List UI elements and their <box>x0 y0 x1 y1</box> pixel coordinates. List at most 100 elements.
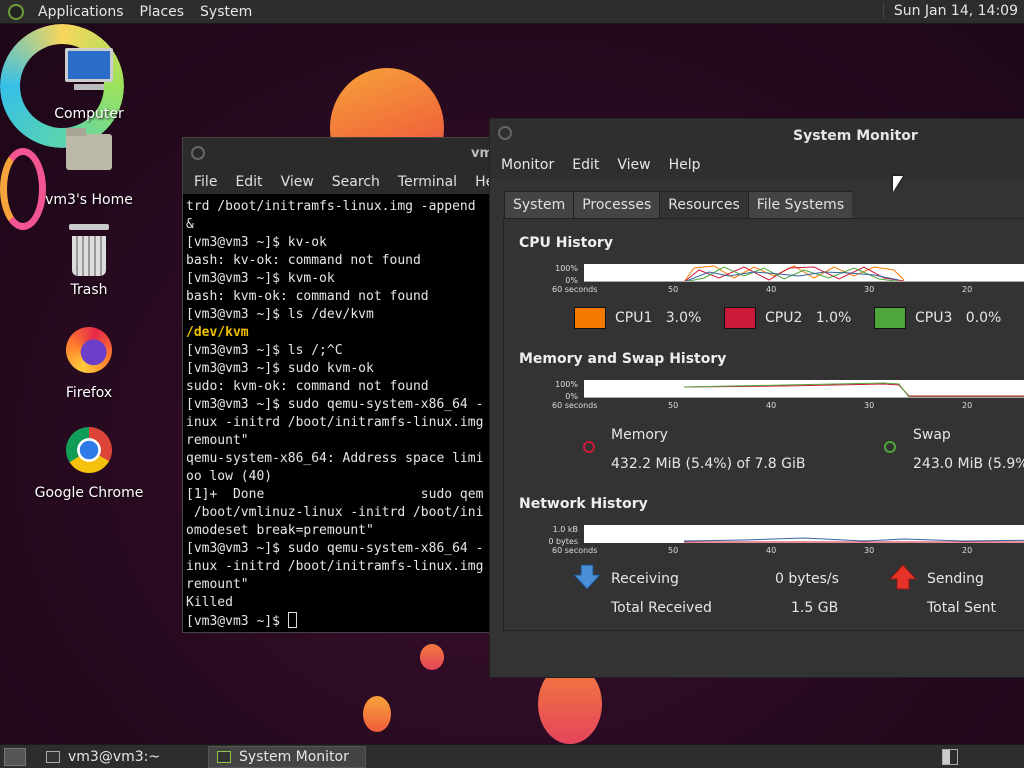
menu-system[interactable]: System <box>192 4 260 20</box>
terminal-window[interactable]: vm File Edit View Search Terminal Help t… <box>182 137 502 633</box>
terminal-output[interactable]: trd /boot/initramfs-linux.img -append & [v… <box>183 194 501 631</box>
system-monitor-menubar: Monitor Edit View Help <box>490 151 1024 179</box>
network-x-label: 30 <box>864 546 875 555</box>
terminal-menu-search[interactable]: Search <box>323 174 389 190</box>
menu-places[interactable]: Places <box>132 4 193 20</box>
system-monitor-title: System Monitor <box>793 128 918 144</box>
firefox-icon <box>63 327 115 379</box>
network-x-label: 50 <box>668 546 679 555</box>
mouse-pointer-icon <box>893 176 903 192</box>
tab-system[interactable]: System <box>504 191 574 219</box>
system-monitor-window[interactable]: System Monitor Monitor Edit View Help Sy… <box>489 118 1024 678</box>
taskbar-item-label: vm3@vm3:~ <box>68 748 161 765</box>
network-axis-bottom: 0 bytes <box>548 537 578 546</box>
sysmon-menu-help[interactable]: Help <box>660 157 710 173</box>
terminal-line: /boot/vmlinuz-linux -initrd /boot/ini <box>186 505 484 520</box>
memory-history-graph <box>584 380 1024 398</box>
terminal-menu-file[interactable]: File <box>185 174 226 190</box>
cpu-x-label: 60 seconds <box>552 285 598 294</box>
terminal-menu-view[interactable]: View <box>272 174 323 190</box>
cpu1-label: CPU1 3.0% <box>615 310 702 326</box>
memory-gauge-icon[interactable] <box>583 441 595 453</box>
workspace-switcher[interactable] <box>942 749 958 765</box>
terminal-line: [vm3@vm3 ~]$ kvm-ok <box>186 271 335 286</box>
swap-label: Swap <box>913 427 951 443</box>
terminal-line: qemu-system-x86_64: Address space limi <box>186 451 484 466</box>
desktop-icon-home[interactable]: vm3's Home <box>29 124 149 208</box>
memory-x-label: 40 <box>766 401 777 410</box>
sysmon-menu-view[interactable]: View <box>608 157 659 173</box>
network-history-title: Network History <box>519 496 648 512</box>
sysmon-menu-edit[interactable]: Edit <box>563 157 608 173</box>
cpu-x-label: 40 <box>766 285 777 294</box>
desktop-icon-firefox[interactable]: Firefox <box>29 324 149 401</box>
terminal-line: [1]+ Done sudo qem <box>186 487 484 502</box>
cpu2-color-button[interactable] <box>724 307 756 329</box>
terminal-line: [vm3@vm3 ~]$ sudo kvm-ok <box>186 361 374 376</box>
panel-clock[interactable]: Sun Jan 14, 14:09 <box>882 3 1018 19</box>
distro-logo-icon[interactable] <box>8 3 24 20</box>
cpu1-color-button[interactable] <box>574 307 606 329</box>
terminal-line: trd /boot/initramfs-linux.img -append <box>186 199 476 214</box>
cpu-x-label: 20 <box>962 285 973 294</box>
cpu-history-title: CPU History <box>519 235 613 251</box>
menu-applications[interactable]: Applications <box>30 4 132 20</box>
desktop-icon-chrome[interactable]: Google Chrome <box>29 424 149 501</box>
swap-value: 243.0 MiB (5.9%) o <box>913 456 1024 472</box>
network-x-label: 40 <box>766 546 777 555</box>
cpu-history-graph <box>584 264 1024 282</box>
terminal-line: remount" <box>186 577 249 592</box>
window-menu-icon[interactable] <box>191 146 205 160</box>
terminal-line: /dev/kvm <box>186 325 249 340</box>
terminal-line: & <box>186 217 194 232</box>
taskbar-item-system-monitor[interactable]: System Monitor <box>208 745 366 768</box>
home-folder-icon <box>63 128 115 186</box>
terminal-prompt-line[interactable]: [vm3@vm3 ~]$ <box>186 612 501 631</box>
desktop-icon-label: vm3's Home <box>45 192 133 208</box>
terminal-menubar: File Edit View Search Terminal Help <box>183 170 501 194</box>
terminal-menu-edit[interactable]: Edit <box>226 174 271 190</box>
receiving-label: Receiving <box>611 571 679 587</box>
network-x-label: 60 seconds <box>552 546 598 555</box>
terminal-line: oo low (40) <box>186 469 273 484</box>
receiving-arrow-icon[interactable] <box>573 564 601 590</box>
show-desktop-button[interactable] <box>4 747 26 766</box>
resources-panel: CPU History 100% 0% 60 seconds 50 40 30 … <box>503 218 1024 631</box>
desktop-icon-label: Computer <box>54 106 124 122</box>
cpu3-label: CPU3 0.0% <box>915 310 1002 326</box>
terminal-titlebar[interactable]: vm <box>183 138 501 170</box>
terminal-cursor <box>287 612 297 628</box>
network-axis-top: 1.0 kB <box>552 525 578 534</box>
receiving-value: 0 bytes/s <box>775 571 839 587</box>
taskbar-item-terminal[interactable]: vm3@vm3:~ <box>38 746 196 768</box>
terminal-line: bash: kv-ok: command not found <box>186 253 421 268</box>
bottom-taskbar: vm3@vm3:~ System Monitor <box>0 744 1024 768</box>
sending-arrow-icon[interactable] <box>889 564 917 590</box>
terminal-menu-terminal[interactable]: Terminal <box>389 174 466 190</box>
terminal-line: sudo: kvm-ok: command not found <box>186 379 429 394</box>
total-sent-label: Total Sent <box>927 600 997 616</box>
terminal-line: bash: kvm-ok: command not found <box>186 289 429 304</box>
trash-icon <box>63 224 115 276</box>
cpu3-color-button[interactable] <box>874 307 906 329</box>
sysmon-menu-monitor[interactable]: Monitor <box>492 157 563 173</box>
desktop-icon-label: Firefox <box>65 385 113 401</box>
system-monitor-titlebar[interactable]: System Monitor <box>490 119 1024 151</box>
network-x-label: 20 <box>962 546 973 555</box>
cpu-x-label: 50 <box>668 285 679 294</box>
tab-resources[interactable]: Resources <box>659 191 748 219</box>
memory-x-label: 30 <box>864 401 875 410</box>
tab-file-systems[interactable]: File Systems <box>747 191 853 219</box>
computer-icon <box>63 48 115 100</box>
swap-gauge-icon[interactable] <box>884 441 896 453</box>
tab-processes[interactable]: Processes <box>573 191 660 219</box>
terminal-line: Killed <box>186 595 233 610</box>
window-menu-icon[interactable] <box>498 126 512 140</box>
desktop-icon-trash[interactable]: Trash <box>29 224 149 298</box>
cpu-axis-bottom: 0% <box>565 276 578 285</box>
sysmon-tabs: System Processes Resources File Systems <box>504 191 853 219</box>
memory-label: Memory <box>611 427 668 443</box>
terminal-line: remount" <box>186 433 249 448</box>
memory-value: 432.2 MiB (5.4%) of 7.8 GiB <box>611 456 806 472</box>
desktop-icon-computer[interactable]: Computer <box>29 44 149 122</box>
